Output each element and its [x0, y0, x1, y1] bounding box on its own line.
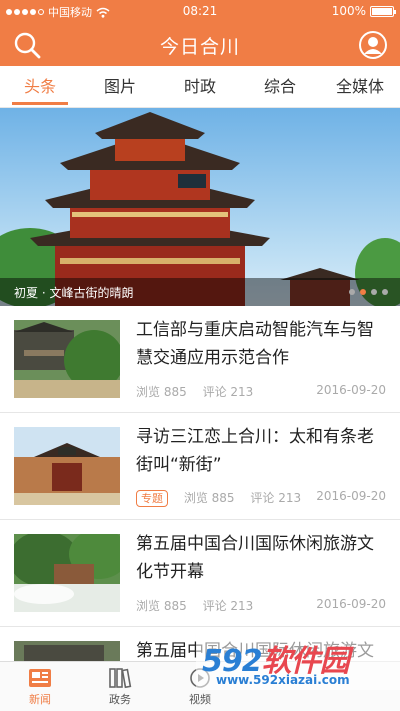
news-title: 寻访三江恋上合川：太和有条老街叫“新街”: [136, 427, 374, 475]
watermark: 592软件园 www.592xiazai.com: [196, 636, 400, 690]
profile-button[interactable]: [358, 30, 388, 60]
carousel-dot-active: [360, 289, 366, 295]
user-icon: [359, 31, 387, 59]
news-title: 工信部与重庆启动智能汽车与智慧交通应用示范合作: [136, 320, 374, 368]
carousel-dot: [371, 289, 377, 295]
hero-caption-bar: 初夏 · 文峰古街的晴朗: [0, 278, 400, 306]
news-item[interactable]: 寻访三江恋上合川：太和有条老街叫“新街” 专题 浏览 885 评论 213 20…: [0, 413, 400, 520]
bottom-nav-label: 视频: [189, 693, 211, 706]
tab-general[interactable]: 综合: [240, 66, 320, 107]
publish-date: 2016-09-20: [316, 597, 386, 611]
hero-image: [0, 112, 400, 306]
news-thumbnail: [14, 534, 120, 612]
page-title: 今日合川: [159, 36, 240, 58]
bottom-nav-label: 新闻: [29, 693, 51, 706]
tab-pictures[interactable]: 图片: [80, 66, 160, 107]
tab-headlines[interactable]: 头条: [0, 66, 80, 107]
news-item[interactable]: 第五届中国合川国际休闲旅游文化节开幕 浏览 885 评论 213 2016-09…: [0, 520, 400, 627]
view-count: 浏览 885: [136, 599, 187, 613]
watermark-url: www.592xiazai.com: [216, 673, 350, 687]
hero-caption: 初夏 · 文峰古街的晴朗: [14, 286, 134, 300]
battery-percent: 100%: [331, 4, 366, 18]
news-item[interactable]: 工信部与重庆启动智能汽车与智慧交通应用示范合作 浏览 885 评论 213 20…: [0, 306, 400, 413]
battery-icon: [370, 5, 396, 17]
tab-all-media[interactable]: 全媒体: [320, 66, 400, 107]
comment-count: 评论 213: [250, 491, 302, 505]
books-icon: [109, 668, 132, 689]
publish-date: 2016-09-20: [316, 489, 386, 503]
comment-count: 评论 213: [202, 599, 254, 613]
tab-politics[interactable]: 时政: [160, 66, 240, 107]
news-thumbnail: [14, 320, 120, 398]
category-tabs: 头条 图片 时政 综合 全媒体: [0, 66, 400, 108]
app-header: 中国移动 08:21 100% 今日合川: [0, 0, 400, 66]
news-thumbnail: [14, 427, 120, 505]
news-meta: 浏览 885 评论 213 2016-09-20: [136, 383, 386, 400]
hero-carousel[interactable]: 初夏 · 文峰古街的晴朗: [0, 108, 400, 306]
topic-badge: 专题: [136, 490, 168, 507]
bottom-nav-news[interactable]: 新闻: [0, 662, 80, 711]
view-count: 浏览 885: [183, 491, 235, 505]
nav-bar: 今日合川: [0, 22, 400, 66]
newspaper-icon: [29, 669, 51, 687]
view-count: 浏览 885: [136, 385, 187, 399]
bottom-nav-government[interactable]: 政务: [80, 662, 160, 711]
bottom-nav-label: 政务: [109, 693, 131, 706]
news-title: 第五届中国合川国际休闲旅游文化节开幕: [136, 534, 374, 582]
carousel-dot: [349, 289, 355, 295]
status-bar: 中国移动 08:21 100%: [0, 0, 400, 22]
news-meta: 专题 浏览 885 评论 213 2016-09-20: [136, 489, 386, 507]
publish-date: 2016-09-20: [316, 383, 386, 397]
news-meta: 浏览 885 评论 213 2016-09-20: [136, 597, 386, 614]
carousel-dot: [382, 289, 388, 295]
comment-count: 评论 213: [202, 385, 254, 399]
carousel-indicator: [349, 289, 388, 295]
